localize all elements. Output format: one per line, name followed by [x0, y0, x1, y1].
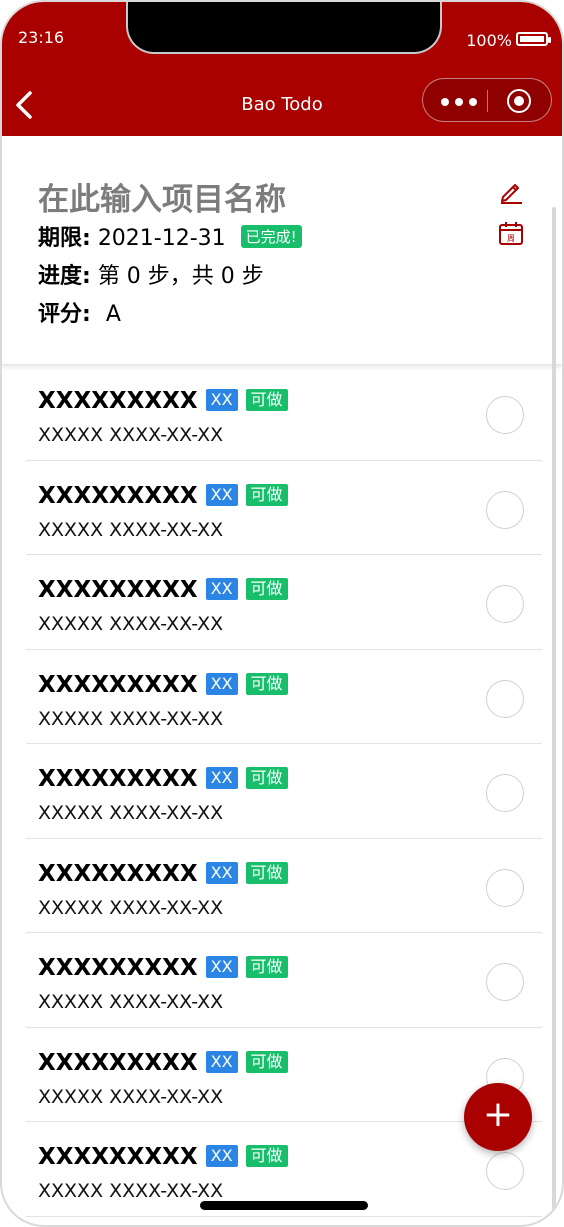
task-item[interactable]: XXXXXXXXX XX 可做 XXXXX XXXX-XX-XX	[26, 839, 542, 933]
task-title: XXXXXXXXX	[38, 1144, 198, 1170]
task-subtitle: XXXXX XXXX-XX-XX	[38, 518, 224, 541]
task-name: XXXXXXXXX XX 可做	[38, 1050, 288, 1076]
task-category-tag: XX	[205, 672, 238, 695]
task-title: XXXXXXXXX	[38, 671, 198, 698]
task-checkbox[interactable]	[486, 396, 524, 434]
task-item[interactable]: XXXXXXXXX XX 可做 XXXXX XXXX-XX-XX	[26, 555, 542, 650]
home-indicator	[200, 1201, 368, 1210]
task-title: XXXXXXXXX	[38, 860, 198, 887]
task-name: XXXXXXXXX XX 可做	[38, 388, 288, 414]
task-title: XXXXXXXXX	[38, 955, 198, 981]
add-task-button[interactable]: +	[464, 1083, 532, 1151]
task-status-tag: 可做	[245, 767, 288, 789]
phone-screen: 23:16 100% Bao Todo 在此输入项目名称 期限: 2021-12…	[0, 0, 564, 1227]
more-icon[interactable]	[441, 98, 477, 106]
task-checkbox[interactable]	[486, 774, 524, 812]
task-item[interactable]: XXXXXXXXX XX 可做 XXXXX XXXX-XX-XX	[26, 933, 542, 1028]
task-category-tag: XX	[205, 861, 238, 884]
task-title: XXXXXXXXX	[38, 1049, 198, 1076]
task-category-tag: XX	[205, 483, 238, 506]
close-miniprogram-icon[interactable]	[507, 89, 531, 113]
task-category-tag: XX	[205, 389, 238, 411]
miniprogram-capsule	[422, 78, 552, 122]
task-subtitle: XXXXX XXXX-XX-XX	[38, 424, 224, 446]
capsule-divider	[487, 90, 488, 112]
deadline-label: 期限:	[38, 226, 91, 251]
task-category-tag: XX	[205, 1145, 238, 1167]
battery-percentage: 100%	[466, 31, 512, 50]
progress-row: 进度: 第 0 步，共 0 步	[38, 258, 264, 290]
task-title: XXXXXXXXX	[38, 388, 198, 414]
task-item[interactable]: XXXXXXXXX XX 可做 XXXXX XXXX-XX-XX	[26, 461, 542, 555]
status-time: 23:16	[18, 28, 65, 47]
task-status-tag: 可做	[245, 1050, 288, 1073]
task-item[interactable]: XXXXXXXXX XX 可做 XXXXX XXXX-XX-XX	[26, 366, 542, 461]
task-title: XXXXXXXXX	[38, 482, 198, 509]
progress-value: 第 0 步，共 0 步	[97, 264, 264, 289]
battery-icon	[516, 32, 551, 46]
project-header: 在此输入项目名称 期限: 2021-12-31 已完成! 进度: 第 0 步，共…	[2, 136, 562, 365]
task-name: XXXXXXXXX XX 可做	[38, 1144, 288, 1170]
task-subtitle: XXXXX XXXX-XX-XX	[38, 991, 224, 1013]
screen-notch	[126, 2, 442, 54]
task-list: XXXXXXXXX XX 可做 XXXXX XXXX-XX-XX XXXXXXXXX XX…	[26, 366, 542, 1217]
deadline-value: 2021-12-31	[97, 226, 226, 251]
score-label: 评分:	[38, 302, 91, 327]
progress-label: 进度:	[38, 264, 91, 289]
task-status-tag: 可做	[245, 672, 288, 695]
score-row: 评分: A	[38, 296, 121, 328]
task-status-tag: 可做	[245, 578, 288, 600]
calendar-icon[interactable]: 周	[498, 220, 524, 246]
task-name: XXXXXXXXX XX 可做	[38, 955, 288, 981]
task-checkbox[interactable]	[486, 868, 524, 907]
task-checkbox[interactable]	[486, 490, 524, 529]
task-subtitle: XXXXX XXXX-XX-XX	[38, 1085, 224, 1108]
task-name: XXXXXXXXX XX 可做	[38, 672, 288, 698]
task-status-tag: 可做	[245, 861, 288, 884]
task-item[interactable]: XXXXXXXXX XX 可做 XXXXX XXXX-XX-XX	[26, 650, 542, 744]
task-checkbox[interactable]	[486, 585, 524, 623]
edit-icon[interactable]	[498, 178, 524, 204]
task-name: XXXXXXXXX XX 可做	[38, 577, 288, 603]
task-name: XXXXXXXXX XX 可做	[38, 766, 288, 792]
deadline-row: 期限: 2021-12-31 已完成!	[38, 220, 302, 252]
task-subtitle: XXXXX XXXX-XX-XX	[38, 896, 224, 919]
calendar-glyph: 周	[507, 234, 515, 243]
task-subtitle: XXXXX XXXX-XX-XX	[38, 707, 224, 730]
task-checkbox[interactable]	[486, 679, 524, 718]
task-subtitle: XXXXX XXXX-XX-XX	[38, 802, 224, 824]
task-subtitle: XXXXX XXXX-XX-XX	[38, 613, 224, 635]
task-title: XXXXXXXXX	[38, 766, 198, 792]
task-status-tag: 可做	[245, 1145, 288, 1167]
task-checkbox[interactable]	[486, 1152, 524, 1190]
task-category-tag: XX	[205, 956, 238, 978]
task-name: XXXXXXXXX XX 可做	[38, 861, 288, 887]
task-title: XXXXXXXXX	[38, 577, 198, 603]
task-category-tag: XX	[205, 1050, 238, 1073]
task-status-tag: 可做	[245, 956, 288, 978]
scrollbar[interactable]	[552, 207, 556, 1217]
score-value: A	[105, 302, 121, 327]
task-checkbox[interactable]	[486, 963, 524, 1001]
task-name: XXXXXXXXX XX 可做	[38, 483, 288, 509]
done-badge: 已完成!	[240, 225, 302, 248]
project-name[interactable]: 在此输入项目名称	[38, 174, 286, 219]
task-item[interactable]: XXXXXXXXX XX 可做 XXXXX XXXX-XX-XX	[26, 744, 542, 839]
task-status-tag: 可做	[245, 483, 288, 506]
task-status-tag: 可做	[245, 389, 288, 411]
navigation-bar: Bao Todo	[2, 72, 562, 136]
task-category-tag: XX	[205, 578, 238, 600]
task-subtitle: XXXXX XXXX-XX-XX	[38, 1180, 224, 1202]
task-category-tag: XX	[205, 767, 238, 789]
